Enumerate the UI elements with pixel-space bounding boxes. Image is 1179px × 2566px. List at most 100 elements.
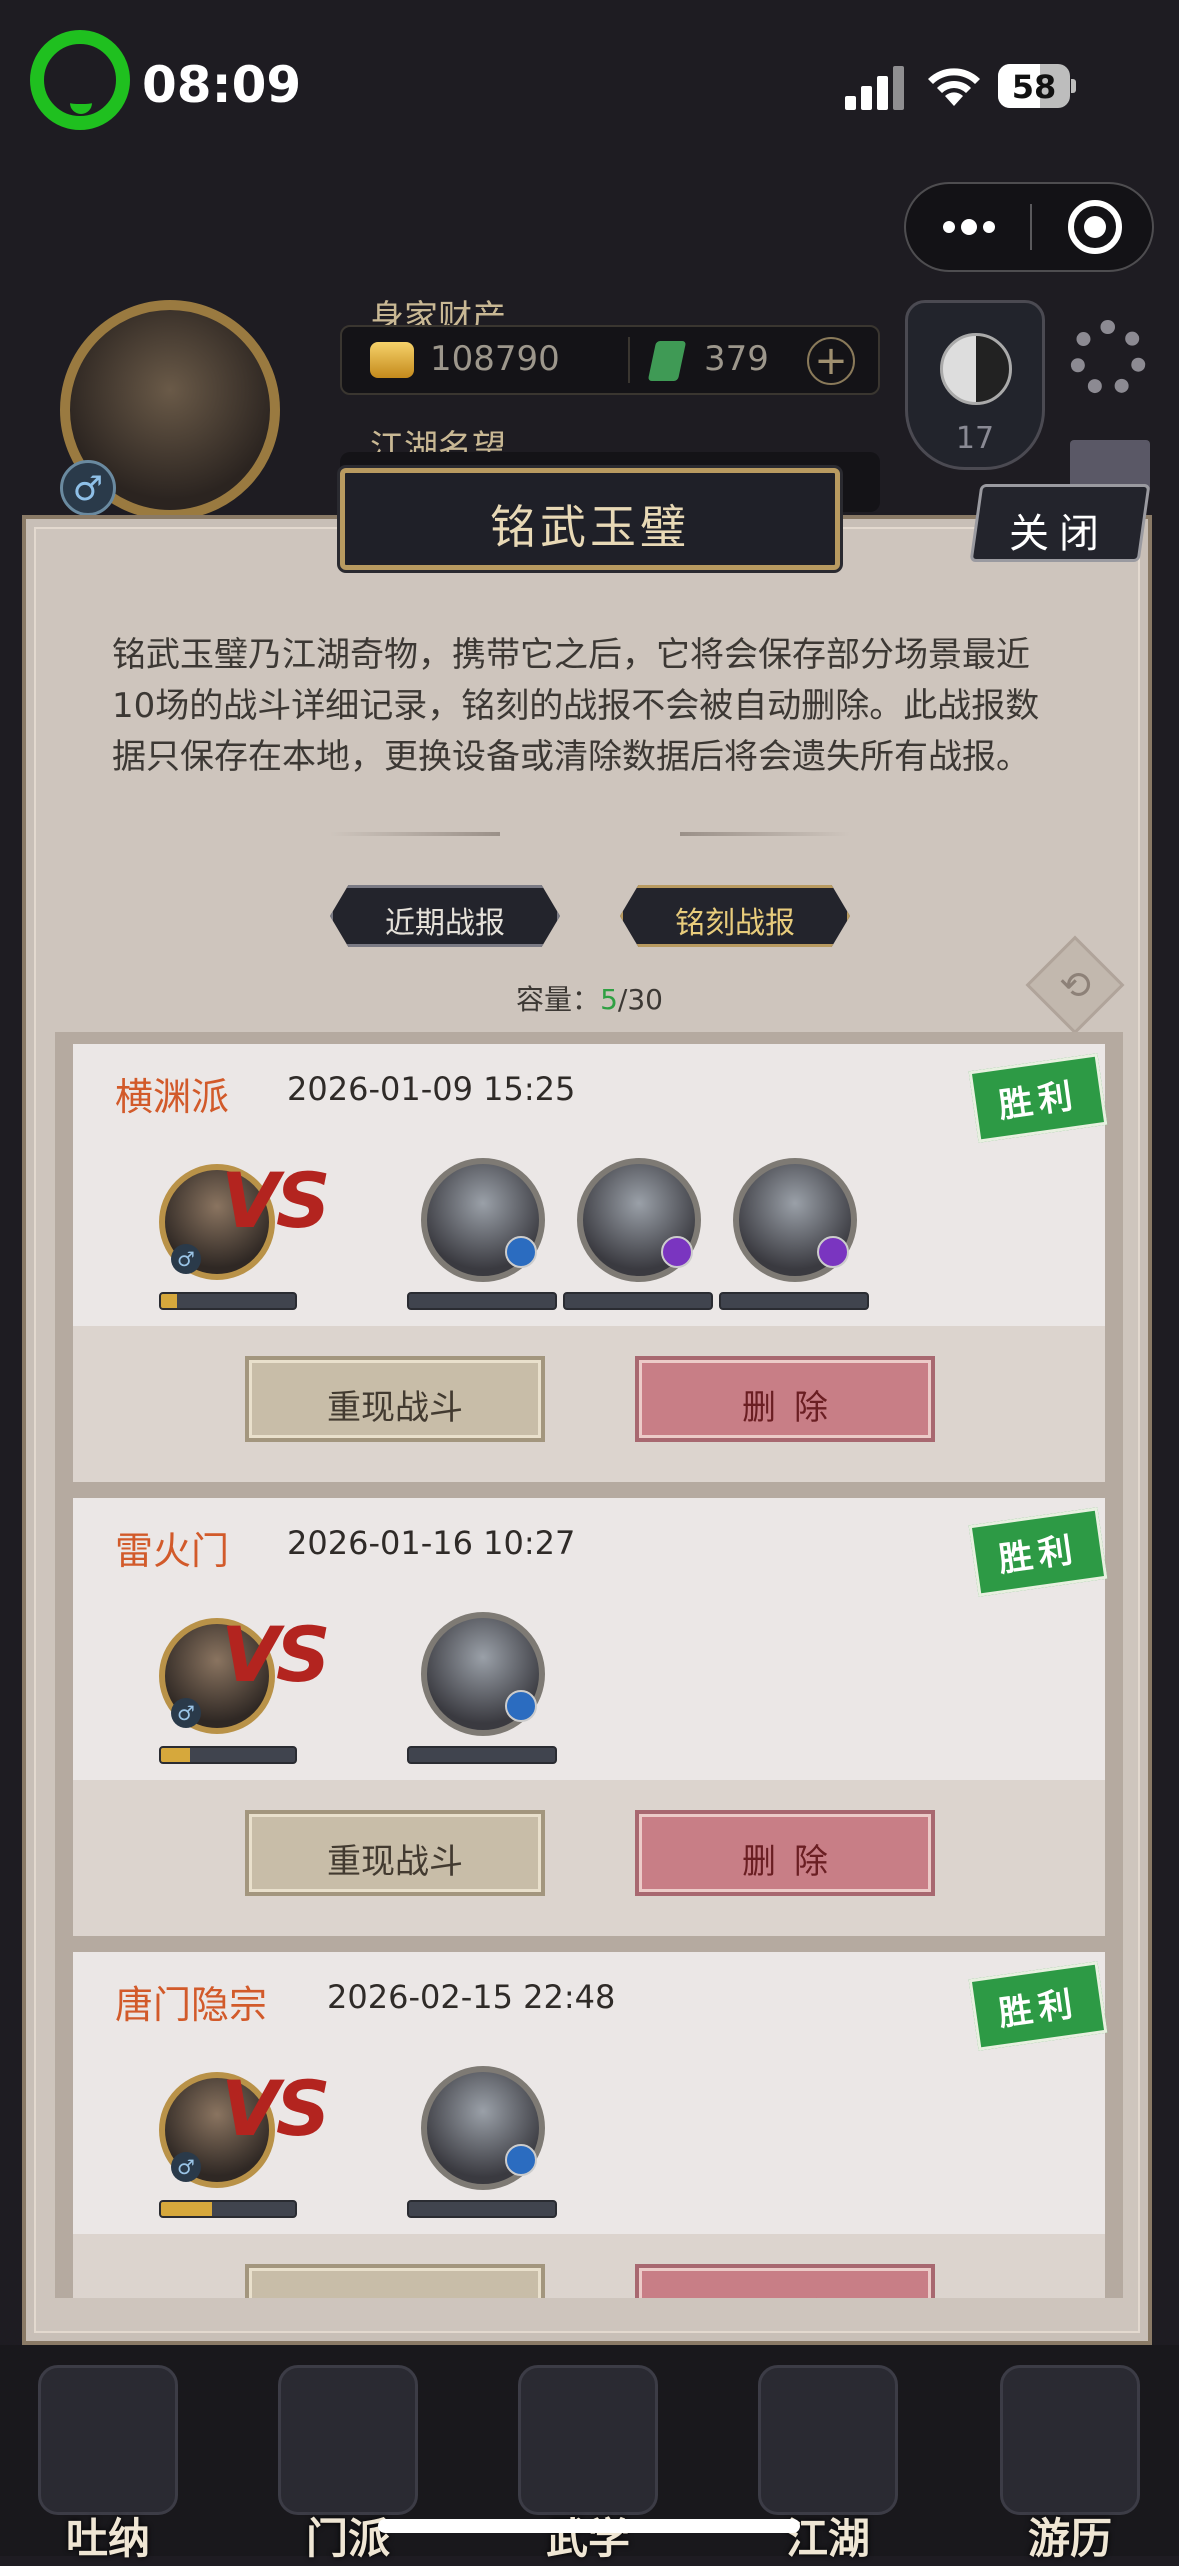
capacity-label: 容量： bbox=[516, 983, 601, 1016]
record-datetime: 2026-02-15 22:48 bbox=[327, 1978, 616, 2016]
opponent-portrait bbox=[421, 1158, 545, 1282]
delete-record-button[interactable]: 删除 bbox=[635, 1810, 935, 1896]
delete-label: 删除 bbox=[639, 2288, 931, 2298]
modal-title-plate: 铭武玉璧 bbox=[340, 468, 840, 570]
player-hp-bar bbox=[159, 1746, 297, 1764]
opponent-portrait bbox=[733, 1158, 857, 1282]
settings-gear-icon[interactable] bbox=[1070, 320, 1146, 396]
class-badge-icon bbox=[505, 1690, 537, 1722]
player-level: 17 bbox=[955, 421, 995, 456]
modal-title: 铭武玉璧 bbox=[490, 500, 690, 554]
capsule-divider bbox=[1030, 204, 1032, 250]
nav-label: 吐纳 bbox=[65, 2514, 150, 2563]
home-indicator[interactable] bbox=[378, 2519, 800, 2533]
class-badge-icon bbox=[505, 2144, 537, 2176]
nav-label: 江湖 bbox=[785, 2514, 870, 2563]
replay-label: 重现战斗 bbox=[327, 1842, 463, 1882]
opponent-hp-bar bbox=[407, 1292, 557, 1310]
battle-record-card: 雷火门 2026-01-16 10:27 胜利 ♂ VS 重现战斗 删除 bbox=[73, 1498, 1108, 1936]
level-badge[interactable]: 17 bbox=[905, 300, 1045, 470]
battery-icon: 58 bbox=[998, 64, 1076, 108]
add-currency-button[interactable]: + bbox=[807, 337, 855, 385]
opponent-portrait bbox=[421, 2066, 545, 2190]
martial-arts-icon bbox=[518, 2365, 658, 2515]
replay-label: 重现战斗 bbox=[327, 1388, 463, 1428]
battery-percent: 58 bbox=[1011, 68, 1057, 106]
battle-record-card: 唐门隐宗 2026-02-15 22:48 胜利 ♂ VS 重现战斗 删除 bbox=[73, 1952, 1108, 2298]
opponent-hp-bar bbox=[407, 2200, 557, 2218]
class-badge-icon bbox=[505, 1236, 537, 1268]
record-datetime: 2026-01-09 15:25 bbox=[287, 1070, 576, 1108]
nav-label: 门派 bbox=[305, 2514, 390, 2563]
nav-label: 游历 bbox=[1027, 2514, 1112, 2563]
tab-recent-reports[interactable]: 近期战报 bbox=[330, 885, 560, 947]
refresh-icon: ⟲ bbox=[1059, 963, 1091, 1007]
opponent-sect: 横渊派 bbox=[115, 1075, 230, 1119]
close-button[interactable]: 关闭 bbox=[969, 484, 1151, 562]
ornament-divider-right bbox=[680, 832, 850, 836]
gender-male-icon: ♂ bbox=[171, 2152, 201, 2182]
opponent-sect: 唐门隐宗 bbox=[115, 1983, 268, 2027]
player-hp-bar bbox=[159, 1292, 297, 1310]
travel-icon bbox=[1000, 2365, 1140, 2515]
jade-icon bbox=[647, 341, 687, 381]
delete-label: 删除 bbox=[742, 1842, 846, 1882]
gender-male-icon: ♂ bbox=[171, 1698, 201, 1728]
record-datetime: 2026-01-16 10:27 bbox=[287, 1524, 576, 1562]
meditation-icon bbox=[38, 2365, 178, 2515]
vs-label: VS bbox=[221, 2064, 331, 2153]
record-actions: 重现战斗 删除 bbox=[73, 1780, 1105, 1936]
victory-stamp: 胜利 bbox=[968, 1961, 1108, 2051]
record-actions: 重现战斗 删除 bbox=[73, 2234, 1105, 2298]
wifi-icon bbox=[928, 68, 980, 106]
capacity-used: 5 bbox=[600, 983, 618, 1016]
miniprogram-capsule bbox=[904, 182, 1154, 272]
close-button-label: 关闭 bbox=[1009, 511, 1110, 557]
opponent-sect: 雷火门 bbox=[115, 1529, 230, 1573]
jade-amount: 379 bbox=[704, 339, 769, 379]
exit-miniprogram-button[interactable] bbox=[1068, 200, 1122, 254]
victory-stamp: 胜利 bbox=[968, 1507, 1108, 1597]
hp-fill bbox=[161, 1294, 178, 1308]
class-badge-icon bbox=[661, 1236, 693, 1268]
delete-record-button[interactable]: 删除 bbox=[635, 2264, 935, 2298]
sect-icon bbox=[278, 2365, 418, 2515]
hp-fill bbox=[161, 1748, 191, 1762]
tab-engraved-reports[interactable]: 铭刻战报 bbox=[620, 885, 850, 947]
signal-icon bbox=[845, 66, 905, 110]
opponent-hp-bar bbox=[407, 1746, 557, 1764]
player-avatar[interactable]: ♂ bbox=[20, 290, 340, 530]
taiji-icon bbox=[940, 333, 1012, 405]
more-options-button[interactable] bbox=[906, 184, 1031, 270]
hp-fill bbox=[161, 2202, 212, 2216]
screen-recording-icon bbox=[30, 30, 130, 130]
record-info: 雷火门 2026-01-16 10:27 胜利 ♂ VS bbox=[73, 1498, 1108, 1780]
gold-ingot-icon bbox=[370, 342, 414, 378]
opponent-portrait bbox=[577, 1158, 701, 1282]
gold-amount: 108790 bbox=[430, 339, 560, 379]
opponent-hp-bar bbox=[563, 1292, 713, 1310]
gender-male-icon: ♂ bbox=[171, 1244, 201, 1274]
battle-record-list[interactable]: 横渊派 2026-01-09 15:25 胜利 ♂ VS 重现战斗 删除 雷火门… bbox=[55, 1032, 1123, 2298]
modal-description: 铭武玉璧乃江湖奇物，携带它之后，它将会保存部分场景最近10场的战斗详细记录，铭刻… bbox=[112, 635, 1040, 777]
status-time: 08:09 bbox=[142, 56, 302, 114]
battle-record-card: 横渊派 2026-01-09 15:25 胜利 ♂ VS 重现战斗 删除 bbox=[73, 1044, 1108, 1482]
capacity-indicator: 容量：5/30 bbox=[0, 978, 1179, 1018]
replay-battle-button[interactable]: 重现战斗 bbox=[245, 2264, 545, 2298]
status-bar: 08:09 58 bbox=[0, 0, 1179, 175]
nav-travel[interactable]: 游历 bbox=[990, 2365, 1150, 2563]
nav-breathing[interactable]: 吐纳 bbox=[28, 2365, 188, 2563]
player-hp-bar bbox=[159, 2200, 297, 2218]
delete-record-button[interactable]: 删除 bbox=[635, 1356, 935, 1442]
wealth-bar: 108790 379 + bbox=[340, 325, 880, 395]
tab-recent-label: 近期战报 bbox=[385, 906, 505, 941]
replay-battle-button[interactable]: 重现战斗 bbox=[245, 1810, 545, 1896]
delete-label: 删除 bbox=[742, 1388, 846, 1428]
nav-label: 武学 bbox=[545, 2514, 630, 2563]
replay-battle-button[interactable]: 重现战斗 bbox=[245, 1356, 545, 1442]
opponent-portrait bbox=[421, 1612, 545, 1736]
tab-engraved-label: 铭刻战报 bbox=[675, 906, 795, 941]
gender-male-icon: ♂ bbox=[60, 460, 116, 516]
capacity-total: /30 bbox=[617, 983, 663, 1016]
victory-stamp: 胜利 bbox=[968, 1053, 1108, 1143]
